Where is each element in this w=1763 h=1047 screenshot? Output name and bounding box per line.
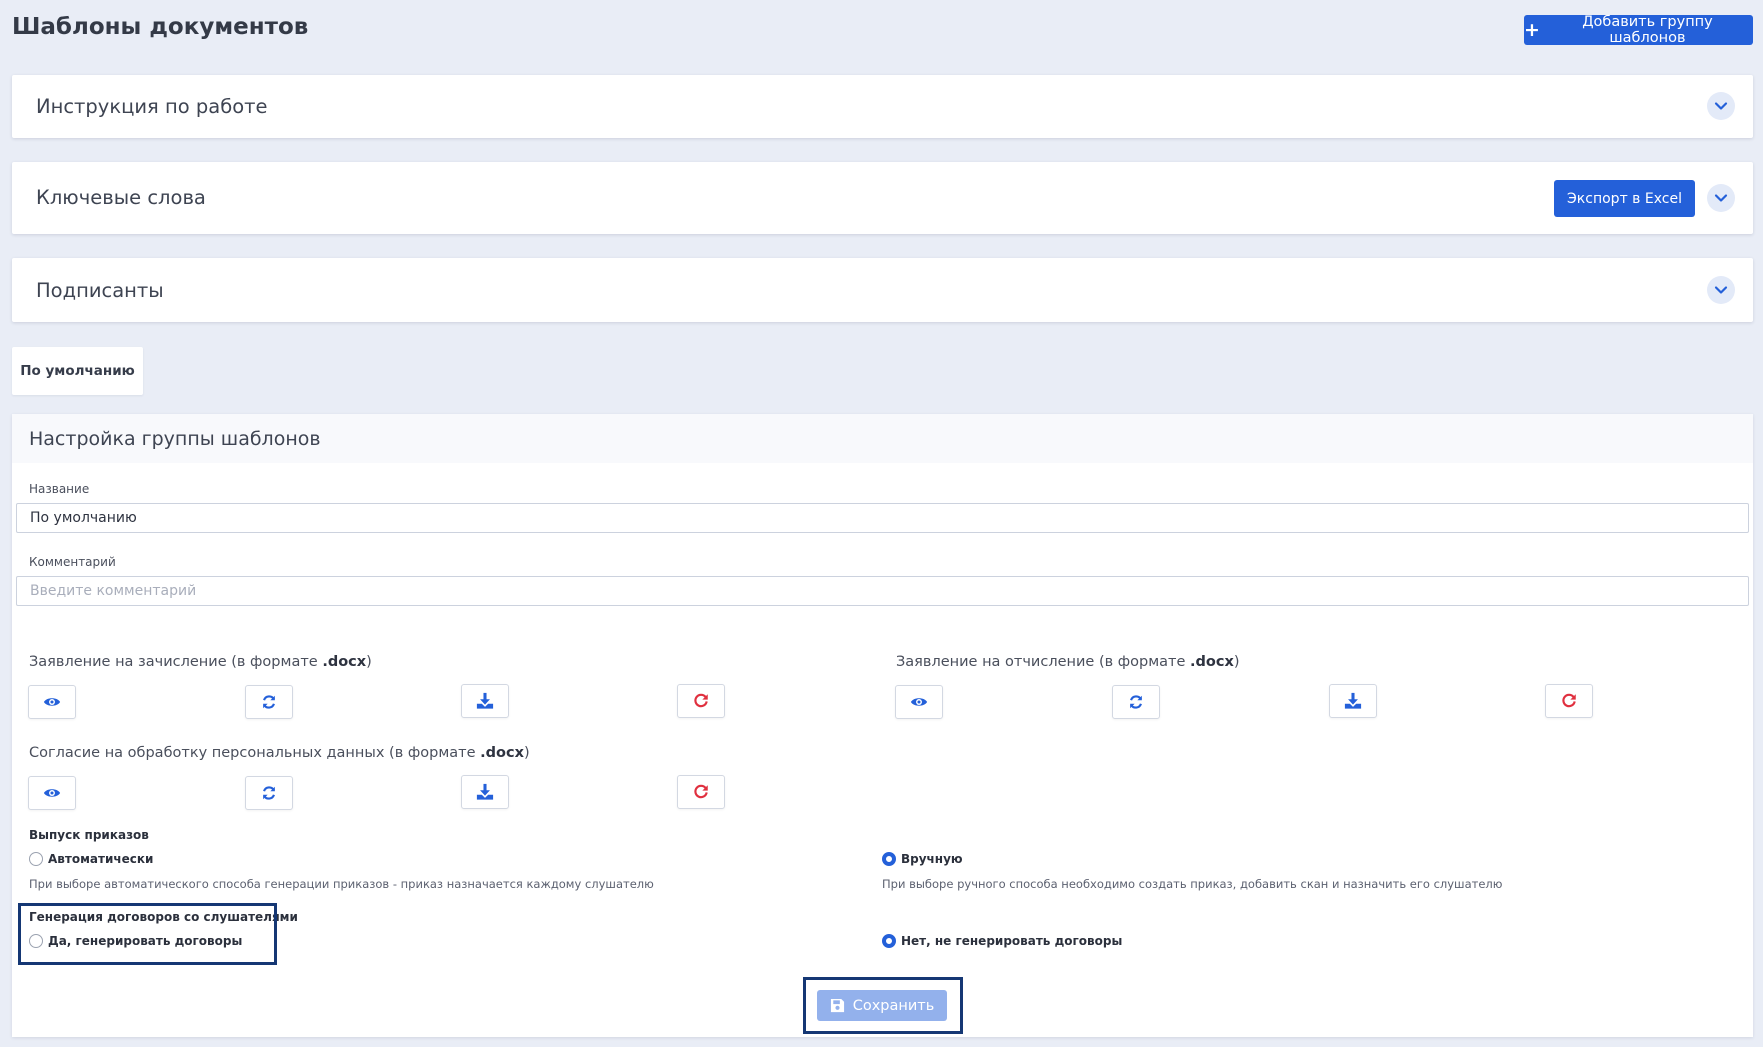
expel-replace-button[interactable] [1112,685,1160,719]
expel-template-close: ) [1233,654,1240,670]
consent-template-close: ) [523,745,530,761]
enroll-reset-button[interactable] [677,684,725,718]
eye-icon [910,698,928,706]
enroll-template-close: ) [366,654,372,670]
radio-button-selected[interactable] [882,852,896,866]
eye-icon [43,789,61,797]
chevron-down-icon[interactable] [1707,184,1735,212]
refresh-icon [1130,695,1142,709]
consent-template-format: .docx [480,745,524,761]
accordion-instructions-title: Инструкция по работе [36,95,268,118]
reset-icon [694,693,708,708]
expel-reset-button[interactable] [1545,684,1593,718]
enroll-template-format: .docx [322,654,367,670]
accordion-signers-title: Подписанты [36,279,164,302]
expel-template-format: .docx [1190,654,1234,670]
save-label: Сохранить [852,997,935,1014]
comment-label: Комментарий [29,555,116,569]
enroll-view-button[interactable] [28,685,76,719]
accordion-instructions[interactable]: Инструкция по работе [12,75,1753,138]
contracts-no-label: Нет, не генерировать договоры [901,934,1123,948]
chevron-down-icon[interactable] [1707,276,1735,304]
reset-icon [1562,693,1576,708]
download-icon [476,783,494,800]
chevron-down-icon[interactable] [1707,92,1735,120]
accordion-keywords-title: Ключевые слова [36,186,206,209]
name-field[interactable]: По умолчанию [16,503,1749,533]
consent-download-button[interactable] [461,775,509,809]
export-excel-button[interactable]: Экспорт в Excel [1554,180,1695,217]
eye-icon [43,698,61,706]
expel-template-text: Заявление на отчисление (в формате [896,654,1191,670]
consent-view-button[interactable] [28,776,76,810]
consent-template-text: Согласие на обработку персональных данны… [29,745,481,761]
comment-field[interactable]: Введите комментарий [16,576,1749,606]
orders-section-title: Выпуск приказов [29,828,149,842]
panel-header: Настройка группы шаблонов [12,414,1753,463]
consent-template-title: Согласие на обработку персональных данны… [29,745,530,761]
orders-auto-radio[interactable]: Автоматически [29,852,153,866]
accordion-signers[interactable]: Подписанты [12,258,1753,322]
page-title: Шаблоны документов [12,14,309,40]
orders-auto-hint: При выборе автоматического способа генер… [29,877,654,891]
download-icon [1344,692,1362,709]
enroll-template-text: Заявление на зачисление (в формате [29,654,323,670]
orders-manual-radio[interactable]: Вручную [882,852,963,866]
radio-button[interactable] [29,852,43,866]
expel-download-button[interactable] [1329,684,1377,718]
add-template-group-button[interactable]: + Добавить группу шаблонов [1524,14,1753,46]
radio-button-selected[interactable] [882,934,896,948]
reset-icon [694,784,708,799]
download-icon [476,692,494,709]
contracts-no-radio[interactable]: Нет, не генерировать договоры [882,934,1122,948]
save-button[interactable]: Сохранить [817,990,947,1021]
expel-view-button[interactable] [895,685,943,719]
name-label: Название [29,482,90,496]
refresh-icon [263,786,275,800]
accordion-keywords[interactable]: Ключевые слова Экспорт в Excel [12,162,1753,234]
panel-title: Настройка группы шаблонов [29,428,321,450]
consent-reset-button[interactable] [677,775,725,809]
contracts-highlight-box [18,903,277,965]
orders-manual-label: Вручную [901,852,963,866]
add-template-group-label: Добавить группу шаблонов [1582,14,1713,46]
floppy-disk-icon [830,998,844,1013]
plus-icon: + [1524,18,1540,41]
orders-manual-hint: При выборе ручного способа необходимо со… [882,877,1503,891]
enroll-download-button[interactable] [461,684,509,718]
enroll-replace-button[interactable] [245,685,293,719]
enroll-template-title: Заявление на зачисление (в формате .docx… [29,654,372,670]
tab-default[interactable]: По умолчанию [12,347,143,395]
expel-template-title: Заявление на отчисление (в формате .docx… [896,654,1240,670]
orders-auto-label: Автоматически [48,852,154,866]
consent-replace-button[interactable] [245,776,293,810]
refresh-icon [263,695,275,709]
